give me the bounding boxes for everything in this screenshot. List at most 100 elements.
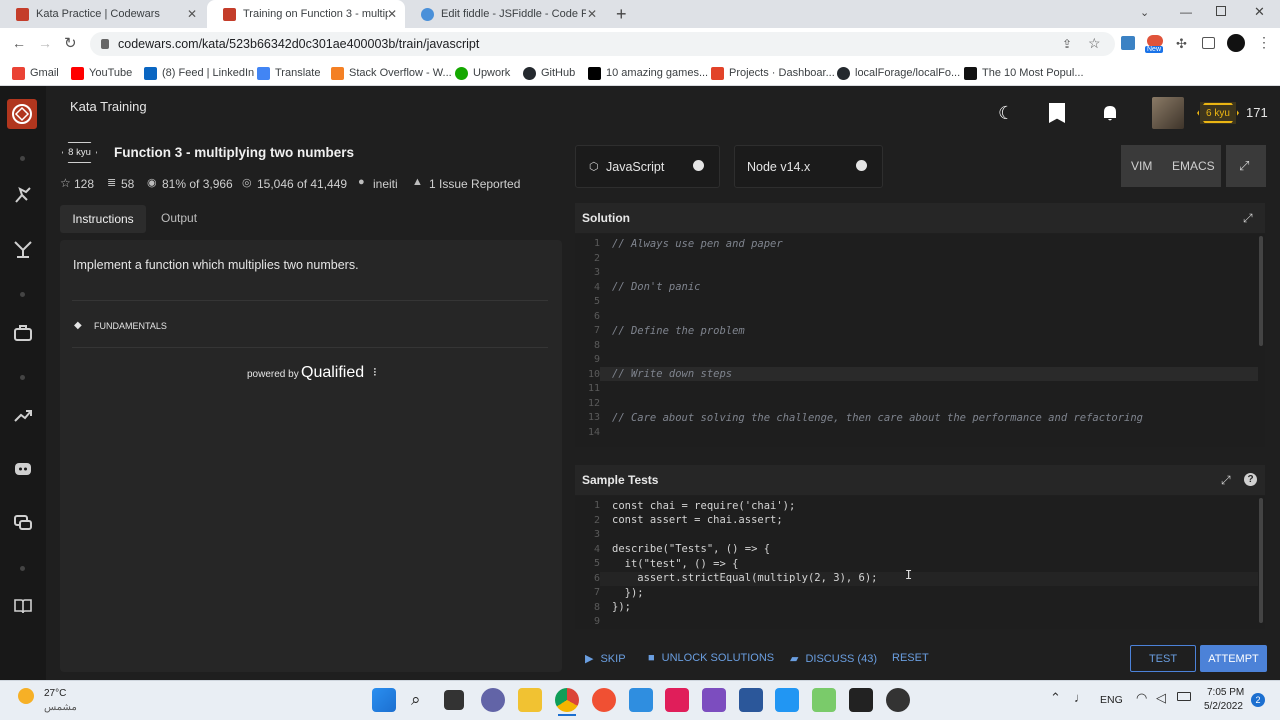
reload-icon[interactable]: ↻ (64, 34, 77, 52)
satisfaction-eye-icon: ◉ (147, 177, 157, 189)
help-icon[interactable]: ? (1244, 473, 1257, 486)
github-desktop-icon[interactable] (886, 688, 910, 712)
docs-book-icon[interactable] (12, 595, 34, 617)
codewars-logo-icon[interactable] (7, 99, 37, 129)
bookmark-stackoverflow[interactable]: Stack Overflow - W... (331, 60, 452, 86)
url-text[interactable]: codewars.com/kata/523b66342d0c301ae40000… (118, 37, 479, 51)
notifications-bell-icon[interactable] (1100, 103, 1120, 123)
menu-kebab-icon[interactable]: ⋮ (1257, 34, 1271, 51)
notification-count-badge[interactable]: 2 (1251, 693, 1265, 707)
back-icon[interactable]: ← (12, 35, 26, 51)
emacs-button[interactable]: EMACS (1172, 159, 1215, 173)
tab-search-chevron-icon[interactable]: ⌄ (1140, 6, 1149, 19)
reset-button[interactable]: RESET (892, 652, 929, 664)
maximize-icon[interactable] (1216, 6, 1226, 16)
task-view-icon[interactable] (444, 690, 464, 710)
file-explorer-icon[interactable] (518, 688, 542, 712)
chrome-icon[interactable] (555, 688, 579, 712)
forward-icon[interactable]: → (38, 35, 52, 51)
window-close-icon[interactable]: ✕ (1254, 4, 1265, 20)
clock-date[interactable]: 5/2/2022 (1204, 701, 1243, 712)
git-icon[interactable] (592, 688, 616, 712)
wifi-icon[interactable]: ◠ (1136, 690, 1147, 706)
sticky-app-icon[interactable] (849, 688, 873, 712)
vscode-icon[interactable] (629, 688, 653, 712)
puzzle-icon[interactable]: ✣ (1176, 36, 1187, 52)
windows-start-icon[interactable] (372, 688, 396, 712)
bookmark-gmail[interactable]: Gmail (12, 60, 59, 86)
battery-icon[interactable] (1177, 692, 1191, 701)
bookmark-gitlab[interactable]: Projects · Dashboar... (711, 60, 835, 86)
app-icon[interactable] (812, 688, 836, 712)
close-icon[interactable]: ✕ (387, 7, 397, 21)
volume-icon[interactable]: ◁ (1156, 690, 1166, 706)
lock-icon[interactable] (101, 39, 109, 49)
share-icon[interactable]: ⇪ (1062, 37, 1072, 51)
instructions-panel (60, 240, 562, 672)
nav-dot (20, 566, 25, 571)
close-icon[interactable]: ✕ (187, 7, 197, 21)
bookmark-github[interactable]: GitHub (523, 60, 575, 86)
language-indicator[interactable]: ENG (1100, 694, 1123, 706)
vim-button[interactable]: VIM (1131, 159, 1152, 173)
training-icon[interactable] (12, 184, 34, 206)
skip-button[interactable]: ▶ SKIP (585, 652, 626, 666)
bookmark-localforage[interactable]: localForage/localFo... (837, 60, 960, 86)
bookmark-upwork[interactable]: Upwork (455, 60, 510, 86)
bookmark-translate[interactable]: Translate (257, 60, 320, 86)
browser-tab-jsfiddle[interactable]: Edit fiddle - JSFiddle - Code Play ✕ (405, 0, 605, 28)
weather-temp[interactable]: 27°C (44, 688, 66, 699)
chat-icon[interactable] (12, 512, 34, 534)
search-icon[interactable]: ⌕ (411, 690, 421, 710)
bookmark-dev[interactable]: 10 amazing games... (588, 60, 708, 86)
tab-instructions[interactable]: Instructions (60, 205, 146, 233)
microphone-icon[interactable]: ♩ (1074, 690, 1087, 705)
minimize-icon[interactable]: — (1180, 5, 1192, 19)
weather-sun-icon[interactable] (18, 688, 34, 704)
tests-editor[interactable]: 123456789 const chai = require('chai'); … (575, 496, 1265, 629)
leaderboard-trend-icon[interactable] (12, 405, 34, 427)
visual-studio-icon[interactable] (702, 688, 726, 712)
dark-mode-moon-icon[interactable]: ☾ (998, 103, 1014, 124)
browser-tab-kata-practice[interactable]: Kata Practice | Codewars ✕ (0, 0, 205, 28)
word-icon[interactable] (739, 688, 763, 712)
profile-avatar[interactable] (1227, 34, 1245, 52)
discuss-button[interactable]: ▰ DISCUSS (43) (790, 652, 877, 666)
chat-teams-icon[interactable] (481, 688, 505, 712)
editor-scrollbar[interactable] (1259, 236, 1263, 346)
expand-icon[interactable]: ⤢ (1243, 211, 1253, 226)
bookmark-linkedin[interactable]: (8) Feed | LinkedIn (144, 60, 254, 86)
codewars-favicon-icon (223, 7, 236, 21)
issues-link[interactable]: 1 Issue Reported (429, 177, 520, 191)
author-name[interactable]: ineiti (373, 177, 398, 191)
expand-icon[interactable]: ⤢ (1221, 473, 1231, 488)
slack-icon[interactable] (665, 688, 689, 712)
new-tab-plus-icon[interactable]: + (616, 4, 627, 25)
practice-icon[interactable] (12, 238, 34, 260)
discord-icon[interactable] (12, 458, 34, 480)
clock-time[interactable]: 7:05 PM (1207, 687, 1244, 698)
app-icon[interactable] (775, 688, 799, 712)
extension-icon[interactable] (1121, 36, 1135, 50)
close-icon[interactable]: ✕ (587, 7, 597, 21)
star-icon[interactable]: ☆ (60, 176, 71, 190)
solution-editor[interactable]: 1 2 3 4 5 6 7 8 9 10 11 12 13 14 // Always use pen an… (575, 234, 1265, 447)
editor-scrollbar[interactable] (1259, 498, 1263, 623)
browser-tab-training[interactable]: Training on Function 3 - multiply ✕ (207, 0, 405, 28)
briefcase-icon[interactable] (12, 322, 34, 344)
attempt-button[interactable]: ATTEMPT (1200, 645, 1267, 672)
collections-stack-icon[interactable]: ≣ (107, 176, 116, 189)
sidepanel-icon[interactable] (1202, 37, 1215, 49)
qualified-logo[interactable]: Qualified (301, 364, 364, 382)
tab-output[interactable]: Output (161, 211, 197, 225)
bookmark-youtube[interactable]: YouTube (71, 60, 132, 86)
chevron-down-icon (693, 160, 704, 171)
tag-fundamentals[interactable]: FUNDAMENTALS (94, 321, 167, 331)
bookmark-star-icon[interactable]: ☆ (1088, 35, 1101, 52)
line-number: 11 (587, 383, 600, 394)
unlock-solutions-button[interactable]: ■ UNLOCK SOLUTIONS (648, 652, 774, 664)
user-avatar[interactable] (1152, 97, 1184, 129)
test-button[interactable]: TEST (1130, 645, 1196, 672)
bookmark-top10[interactable]: The 10 Most Popul... (964, 60, 1084, 86)
show-hidden-chevron-icon[interactable]: ⌃ (1050, 690, 1061, 706)
